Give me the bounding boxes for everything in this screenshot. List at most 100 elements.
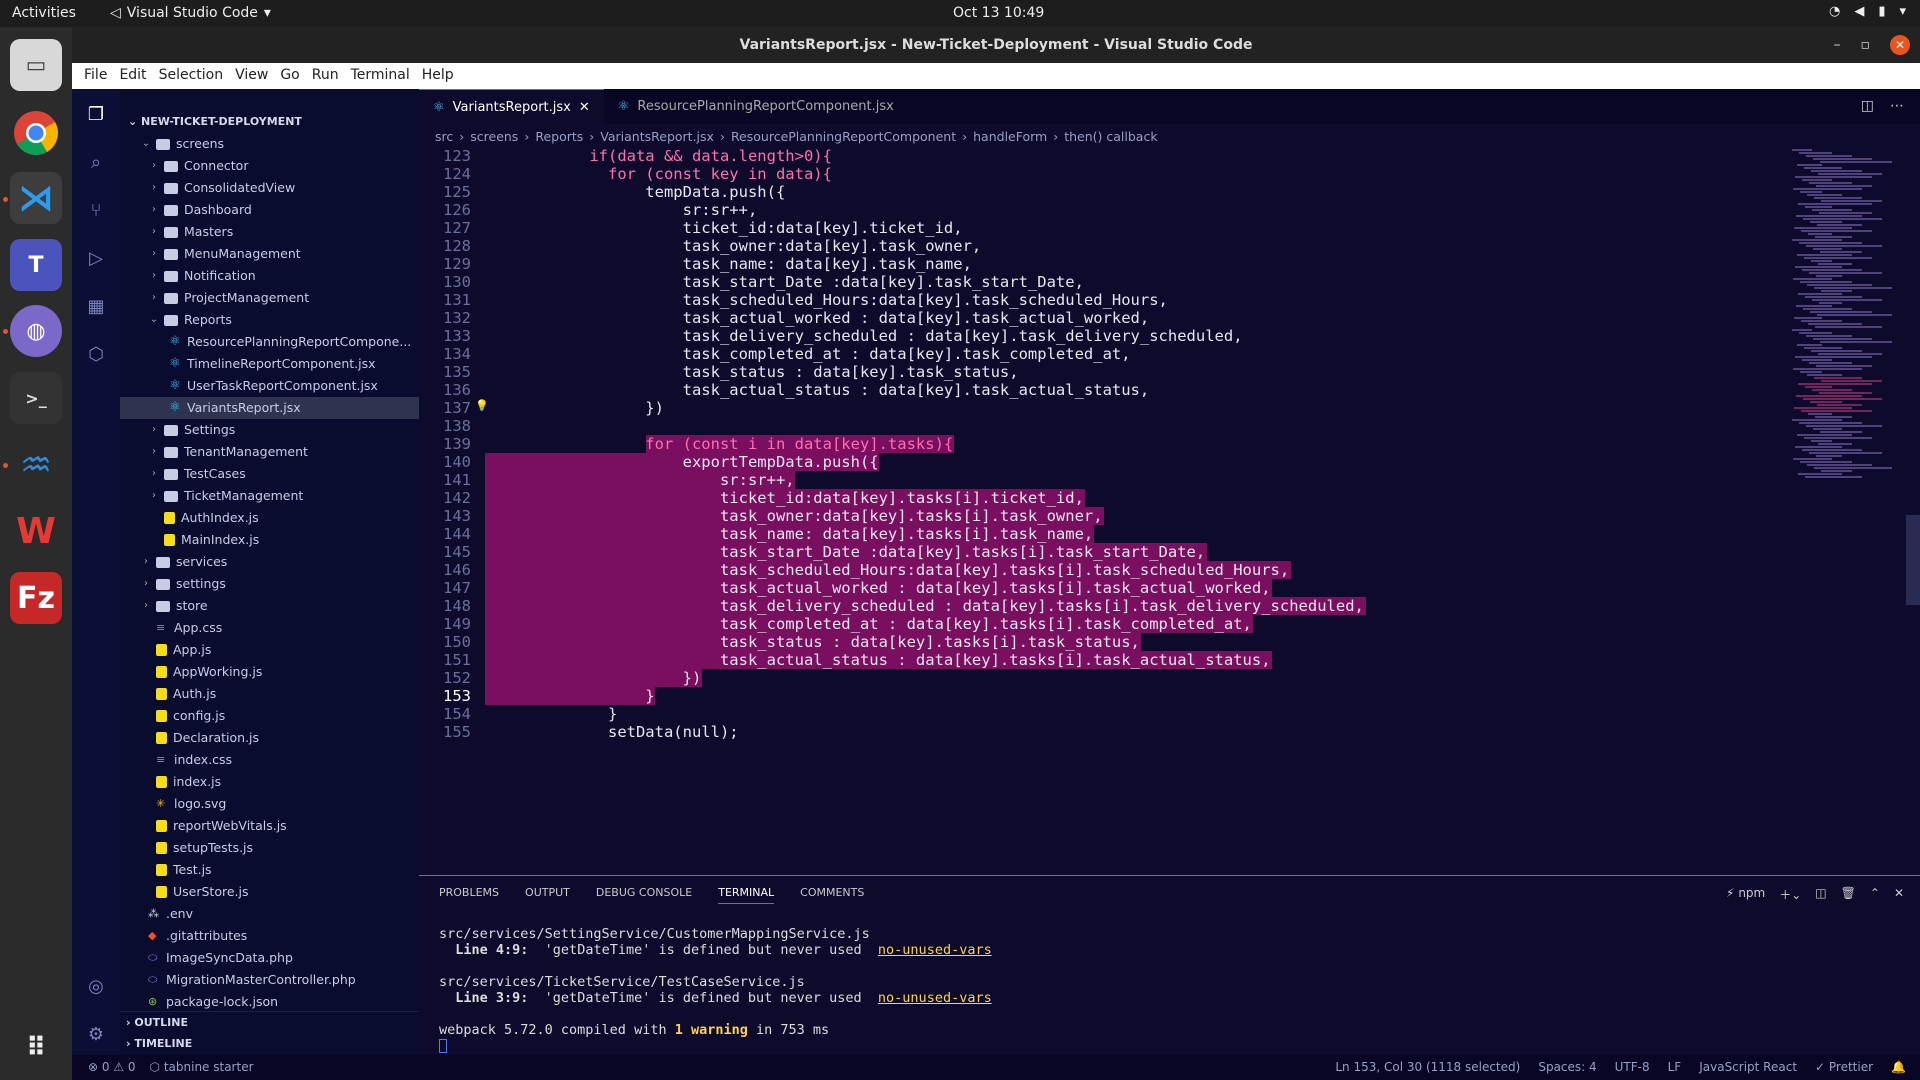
tree-file[interactable]: Declaration.js xyxy=(120,727,419,749)
tree-folder[interactable]: › TenantManagement xyxy=(120,441,419,463)
run-debug-icon[interactable]: ▷ xyxy=(84,247,108,271)
tab-problems[interactable]: PROBLEMS xyxy=(439,886,499,904)
source-control-icon[interactable]: ⑂ xyxy=(84,199,108,223)
tab-resource-planning[interactable]: ⚛ ResourcePlanningReportComponent.jsx xyxy=(604,89,908,124)
maximize-panel-icon[interactable]: ⌃ xyxy=(1870,886,1880,903)
tab-variants-report[interactable]: ⚛ VariantsReport.jsx ✕ xyxy=(419,89,604,124)
tree-folder[interactable]: › TicketManagement xyxy=(120,485,419,507)
tab-debug-console[interactable]: DEBUG CONSOLE xyxy=(596,886,692,904)
menu-run[interactable]: Run xyxy=(306,63,345,89)
files-icon[interactable]: ▭ xyxy=(10,39,62,91)
outline-section[interactable]: › OUTLINE xyxy=(120,1011,419,1033)
breadcrumb-item[interactable]: Reports xyxy=(535,129,583,144)
account-icon[interactable]: ◎ xyxy=(84,975,108,999)
tab-output[interactable]: OUTPUT xyxy=(525,886,570,904)
tree-file[interactable]: ⚛ VariantsReport.jsx xyxy=(120,397,419,419)
breadcrumb-item[interactable]: then() callback xyxy=(1064,129,1157,144)
close-window-icon[interactable]: ✕ xyxy=(1890,35,1910,55)
tree-file[interactable]: ⁂ .env xyxy=(120,903,419,925)
tree-file[interactable]: index.js xyxy=(120,771,419,793)
tree-folder[interactable]: › ProjectManagement xyxy=(120,287,419,309)
filezilla-icon[interactable]: Fz xyxy=(10,572,62,624)
lightbulb-icon[interactable]: 💡 xyxy=(475,399,489,412)
tree-file[interactable]: AuthIndex.js xyxy=(120,507,419,529)
clock[interactable]: Oct 13 10:49 xyxy=(953,5,1044,21)
tree-folder[interactable]: › services xyxy=(120,551,419,573)
activities-button[interactable]: Activities xyxy=(12,5,76,21)
tree-file[interactable]: config.js xyxy=(120,705,419,727)
code-editor[interactable]: 123 if(data && data.length>0){124 for (c… xyxy=(419,147,1799,875)
explorer-icon[interactable]: ❐ xyxy=(84,103,108,127)
tree-file[interactable]: ≡ index.css xyxy=(120,749,419,771)
split-editor-icon[interactable]: ◫ xyxy=(1861,98,1874,114)
wps-office-icon[interactable]: W xyxy=(10,505,62,557)
menu-file[interactable]: File xyxy=(78,63,113,89)
timeline-section[interactable]: › TIMELINE xyxy=(120,1033,419,1055)
browser-icon[interactable]: ◍ xyxy=(10,305,62,357)
menu-selection[interactable]: Selection xyxy=(153,63,230,89)
tree-file[interactable]: AppWorking.js xyxy=(120,661,419,683)
menu-view[interactable]: View xyxy=(229,63,274,89)
menu-edit[interactable]: Edit xyxy=(113,63,152,89)
breadcrumb-item[interactable]: ResourcePlanningReportComponent xyxy=(731,129,956,144)
tab-terminal[interactable]: TERMINAL xyxy=(718,886,775,904)
tree-file[interactable]: reportWebVitals.js xyxy=(120,815,419,837)
tabnine-status[interactable]: ⬡ tabnine starter xyxy=(150,1055,254,1080)
tree-folder[interactable]: › Dashboard xyxy=(120,199,419,221)
chrome-icon[interactable] xyxy=(10,107,62,159)
terminal-output[interactable]: src/services/SettingService/CustomerMapp… xyxy=(439,926,992,1054)
system-tray[interactable]: ◔ ◀ ▮ ▾ xyxy=(1829,4,1906,19)
tree-file[interactable]: ≡ App.css xyxy=(120,617,419,639)
tree-folder[interactable]: › settings xyxy=(120,573,419,595)
tree-folder[interactable]: › Masters xyxy=(120,221,419,243)
trash-icon[interactable]: 🗑 xyxy=(1841,886,1856,903)
tree-file[interactable]: setupTests.js xyxy=(120,837,419,859)
breadcrumb-item[interactable]: handleForm xyxy=(973,129,1047,144)
close-panel-icon[interactable]: ✕ xyxy=(1894,886,1904,903)
tree-file[interactable]: ⬭ MigrationMasterController.php xyxy=(120,969,419,991)
terminal-rule-link-2[interactable]: no-unused-vars xyxy=(878,990,992,1006)
encoding[interactable]: UTF-8 xyxy=(1615,1055,1650,1080)
tree-file[interactable]: ⊛ package-lock.json xyxy=(120,991,419,1013)
tree-file[interactable]: ⚛ TimelineReportComponent.jsx xyxy=(120,353,419,375)
indentation[interactable]: Spaces: 4 xyxy=(1538,1055,1596,1080)
menu-help[interactable]: Help xyxy=(416,63,460,89)
maximize-icon[interactable]: ▫ xyxy=(1861,27,1871,63)
terminal-rule-link-1[interactable]: no-unused-vars xyxy=(878,942,992,958)
vscode-dock-icon[interactable]: ⋊ xyxy=(10,172,62,224)
end-of-line[interactable]: LF xyxy=(1668,1055,1682,1080)
tree-file[interactable]: ◆ .gitattributes xyxy=(120,925,419,947)
cursor-position[interactable]: Ln 153, Col 30 (1118 selected) xyxy=(1335,1055,1520,1080)
menu-terminal[interactable]: Terminal xyxy=(345,63,416,89)
tree-file[interactable]: Test.js xyxy=(120,859,419,881)
tree-folder[interactable]: › ConsolidatedView xyxy=(120,177,419,199)
tree-folder[interactable]: › Connector xyxy=(120,155,419,177)
tree-folder[interactable]: › TestCases xyxy=(120,463,419,485)
dolphin-icon[interactable]: ♒ xyxy=(10,439,62,491)
tree-file[interactable]: Auth.js xyxy=(120,683,419,705)
tree-file[interactable]: ⬭ ImageSyncData.php xyxy=(120,947,419,969)
menu-go[interactable]: Go xyxy=(274,63,305,89)
terminal-shell-selector[interactable]: ⚡ npm xyxy=(1726,886,1765,903)
tree-folder[interactable]: › MenuManagement xyxy=(120,243,419,265)
breadcrumb-item[interactable]: screens xyxy=(470,129,518,144)
minimize-icon[interactable]: – xyxy=(1834,27,1841,63)
split-terminal-icon[interactable]: ◫ xyxy=(1815,886,1826,903)
more-actions-icon[interactable]: ⋯ xyxy=(1890,98,1904,114)
tab-comments[interactable]: COMMENTS xyxy=(800,886,864,904)
project-root[interactable]: ⌄ NEW-TICKET-DEPLOYMENT xyxy=(120,111,419,133)
app-grid-icon[interactable]: ⠿ xyxy=(10,1022,62,1074)
notifications-icon[interactable]: 🔔 xyxy=(1891,1055,1906,1080)
tree-folder[interactable]: › Notification xyxy=(120,265,419,287)
gear-icon[interactable]: ⚙ xyxy=(84,1023,108,1047)
teams-icon[interactable]: T xyxy=(10,239,62,291)
tree-file[interactable]: ✳ logo.svg xyxy=(120,793,419,815)
terminal-icon[interactable]: >_ xyxy=(10,372,62,424)
prettier-status[interactable]: ✓ Prettier xyxy=(1815,1055,1873,1080)
editor-scrollbar[interactable] xyxy=(1906,515,1920,605)
new-terminal-icon[interactable]: ＋⌄ xyxy=(1779,886,1801,903)
breadcrumb-item[interactable]: VariantsReport.jsx xyxy=(600,129,714,144)
tree-file[interactable]: UserStore.js xyxy=(120,881,419,903)
tree-file[interactable]: MainIndex.js xyxy=(120,529,419,551)
tree-file[interactable]: ⚛ ResourcePlanningReportCompone... xyxy=(120,331,419,353)
